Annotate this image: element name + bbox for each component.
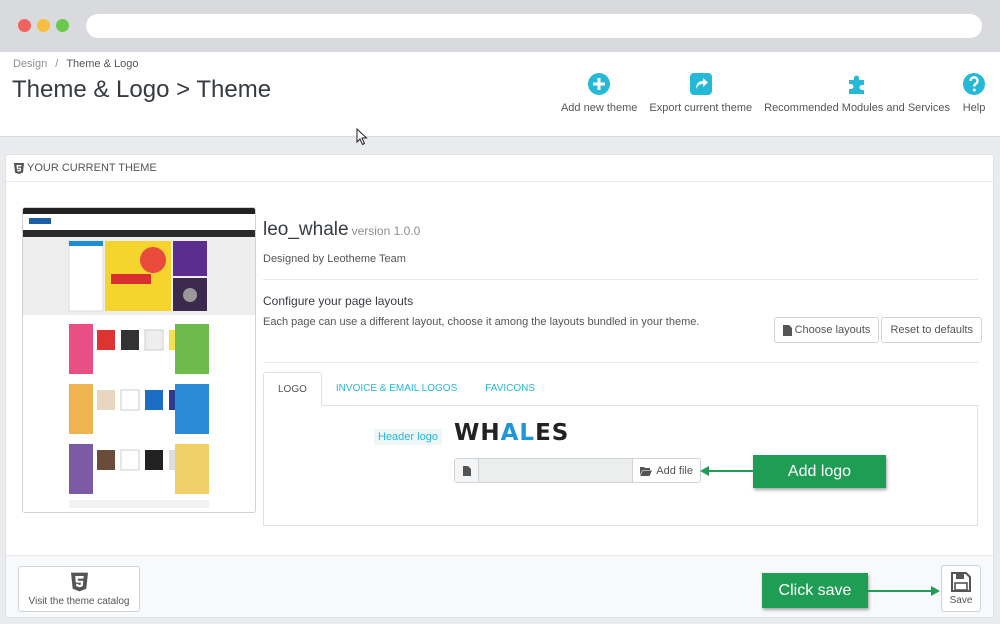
theme-info: leo_whale version 1.0.0 Designed by Leoth… (263, 219, 982, 377)
folder-open-icon (640, 466, 653, 476)
mouse-cursor-icon (356, 128, 368, 146)
panel-heading: Your current theme (6, 155, 993, 182)
add-file-label: Add file (656, 464, 693, 477)
logo-text-part: ES (535, 420, 570, 446)
toolbar: Add new theme Export current theme Recom… (555, 72, 992, 114)
file-icon (782, 324, 792, 336)
address-bar[interactable] (86, 14, 982, 38)
layout-buttons: Choose layouts Reset to defaults (773, 317, 982, 343)
arrow-left-icon (700, 466, 754, 476)
puzzle-icon (849, 75, 865, 94)
close-window-dot[interactable] (18, 19, 31, 32)
save-label: Save (949, 594, 973, 606)
header-logo-preview: WHALES (454, 420, 569, 446)
add-file-button[interactable]: Add file (632, 459, 700, 482)
tab-invoice-email-logos[interactable]: Invoice & Email logos (322, 372, 471, 405)
logo-file-input[interactable] (479, 459, 633, 482)
theme-preview-image[interactable] (22, 207, 256, 513)
choose-layouts-label: Choose layouts (794, 324, 871, 336)
recommended-modules-label: Recommended Modules and Services (764, 102, 950, 114)
breadcrumb: Design / Theme & Logo (13, 58, 139, 70)
divider (263, 279, 978, 280)
theme-preview-thumbnail (23, 208, 255, 508)
add-new-theme-label: Add new theme (560, 102, 638, 114)
logo-file-upload: Add file (454, 458, 701, 483)
logo-tabs: Logo Invoice & Email logos Favicons Head… (263, 372, 978, 526)
breadcrumb-parent[interactable]: Design (13, 58, 47, 70)
html5-icon (14, 162, 24, 174)
add-logo-callout: Add logo (753, 455, 886, 488)
floppy-disk-icon (951, 571, 971, 592)
share-icon (689, 73, 712, 95)
panel-title: Your current theme (27, 162, 157, 174)
header-logo-label: Header logo (374, 429, 442, 445)
current-theme-panel: Your current theme (5, 154, 994, 618)
browser-chrome (0, 0, 1000, 52)
html5-icon (70, 572, 88, 591)
click-save-callout: Click save (762, 573, 868, 608)
theme-version: version 1.0.0 (351, 224, 421, 238)
reset-defaults-label: Reset to defaults (890, 324, 973, 336)
minimize-window-dot[interactable] (37, 19, 50, 32)
export-theme-label: Export current theme (649, 102, 753, 114)
page-header: Design / Theme & Logo Theme & Logo > Theme… (0, 52, 1000, 137)
visit-theme-catalog-button[interactable]: Visit the theme catalog (18, 566, 140, 612)
choose-layouts-button[interactable]: Choose layouts (773, 317, 880, 343)
tab-logo[interactable]: Logo (263, 372, 322, 406)
theme-designer: Designed by Leotheme Team (263, 253, 406, 265)
reset-defaults-button[interactable]: Reset to defaults (881, 317, 982, 343)
help-label: Help (962, 102, 986, 114)
recommended-modules-button[interactable]: Recommended Modules and Services (758, 72, 956, 114)
tab-list: Logo Invoice & Email logos Favicons (263, 372, 978, 406)
logo-text-part: AL (500, 420, 536, 446)
help-button[interactable]: Help (956, 72, 992, 114)
tab-favicons[interactable]: Favicons (471, 372, 549, 405)
plus-circle-icon (588, 73, 611, 95)
divider (263, 362, 978, 363)
theme-name-text: leo_whale (263, 219, 349, 240)
save-button[interactable]: Save (941, 565, 981, 612)
add-new-theme-button[interactable]: Add new theme (555, 72, 643, 114)
export-theme-button[interactable]: Export current theme (643, 72, 758, 114)
page-title: Theme & Logo > Theme (12, 76, 272, 103)
breadcrumb-current: Theme & Logo (66, 58, 139, 70)
logo-text-part: WH (454, 420, 501, 446)
question-circle-icon (963, 73, 985, 95)
visit-catalog-label: Visit the theme catalog (28, 595, 130, 607)
theme-name: leo_whale version 1.0.0 (263, 219, 978, 241)
configure-layouts-title: Configure your page layouts (263, 294, 414, 308)
arrow-right-icon (868, 586, 940, 596)
file-icon (455, 459, 479, 482)
maximize-window-dot[interactable] (56, 19, 69, 32)
